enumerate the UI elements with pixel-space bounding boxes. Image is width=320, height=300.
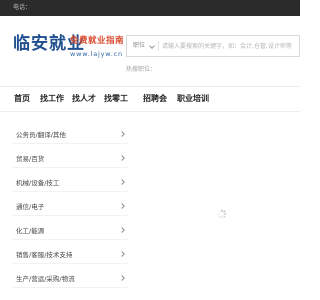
chevron-right-icon bbox=[119, 179, 125, 185]
site-url: www.lajyw.cn bbox=[70, 50, 123, 58]
chevron-right-icon bbox=[119, 251, 125, 257]
hot-jobs-label: 热搜职位： bbox=[126, 66, 157, 73]
search-box: 职位 bbox=[126, 35, 300, 57]
category-label: 生产/营运/采购/物流 bbox=[16, 275, 75, 283]
loading-spinner-icon bbox=[217, 209, 227, 219]
category-item[interactable]: 销售/客服/技术支持 bbox=[13, 246, 128, 264]
category-label: 化工/能源 bbox=[16, 227, 45, 235]
chevron-right-icon bbox=[119, 203, 125, 209]
nav-item-find-talent[interactable]: 找人才 bbox=[72, 87, 96, 111]
category-label: 公务员/翻译/其他 bbox=[16, 131, 66, 139]
divider bbox=[13, 263, 128, 264]
divider bbox=[13, 239, 128, 240]
nav-item-job-fair[interactable]: 招聘会 bbox=[143, 87, 167, 111]
nav-item-odd-jobs[interactable]: 找零工 bbox=[104, 87, 128, 111]
divider bbox=[13, 167, 128, 168]
category-item[interactable]: 贸易/百货 bbox=[13, 150, 128, 168]
divider bbox=[13, 215, 128, 216]
search-separator bbox=[158, 41, 159, 51]
chevron-right-icon bbox=[119, 227, 125, 233]
category-sidebar: 公务员/翻译/其他 贸易/百货 机械/设备/技工 通信/电子 化工/能源 销售/… bbox=[0, 120, 130, 300]
category-label: 机械/设备/技工 bbox=[16, 179, 60, 187]
search-input[interactable] bbox=[162, 37, 297, 55]
chevron-right-icon bbox=[119, 155, 125, 161]
phone-label: 电话： bbox=[13, 4, 32, 11]
nav-item-training[interactable]: 职业培训 bbox=[177, 87, 209, 111]
chevron-right-icon bbox=[119, 131, 125, 137]
main-content-area bbox=[130, 120, 300, 300]
category-item[interactable]: 公务员/翻译/其他 bbox=[13, 126, 128, 144]
category-item[interactable]: 生产/营运/采购/物流 bbox=[13, 270, 128, 288]
category-label: 通信/电子 bbox=[16, 203, 45, 211]
divider bbox=[13, 287, 128, 288]
nav-item-find-job[interactable]: 找工作 bbox=[40, 87, 64, 111]
chevron-right-icon bbox=[119, 275, 125, 281]
category-label: 贸易/百货 bbox=[16, 155, 45, 163]
search-type-select[interactable]: 职位 bbox=[133, 36, 145, 56]
main-nav: 首页 找工作 找人才 找零工 招聘会 职业培训 bbox=[0, 86, 300, 112]
divider bbox=[13, 143, 128, 144]
divider bbox=[13, 191, 128, 192]
top-bar: 电话： bbox=[0, 0, 300, 16]
site-slogan: 免费就业指南 bbox=[70, 36, 125, 46]
category-item[interactable]: 化工/能源 bbox=[13, 222, 128, 240]
category-item[interactable]: 通信/电子 bbox=[13, 198, 128, 216]
category-label: 销售/客服/技术支持 bbox=[16, 251, 73, 259]
nav-item-home[interactable]: 首页 bbox=[14, 87, 30, 111]
chevron-down-icon[interactable] bbox=[149, 43, 155, 49]
category-item[interactable]: 机械/设备/技工 bbox=[13, 174, 128, 192]
